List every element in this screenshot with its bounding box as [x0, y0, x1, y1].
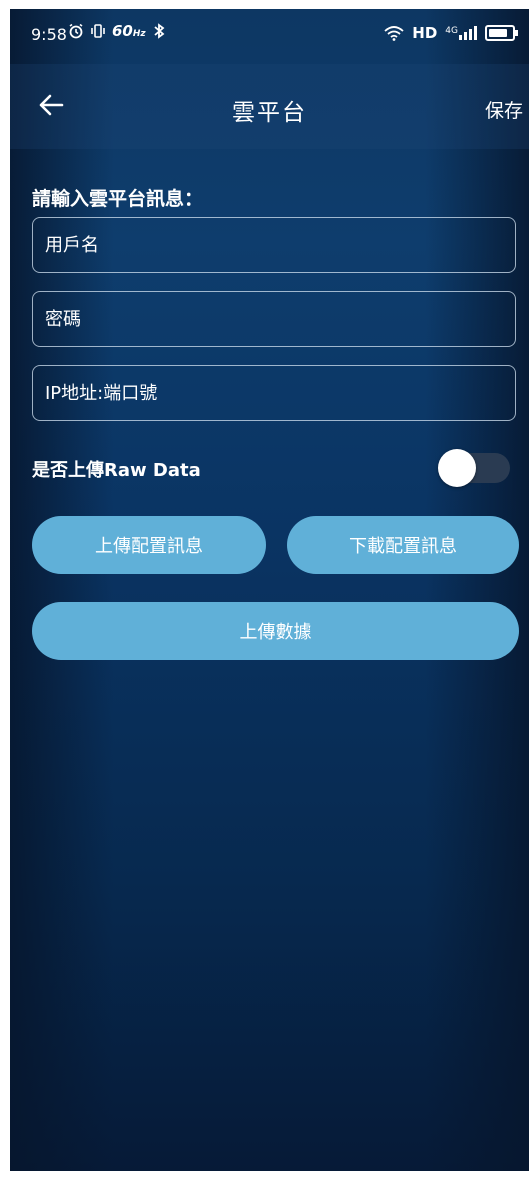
username-field[interactable]	[32, 217, 516, 273]
wifi-icon	[384, 26, 404, 41]
download-config-button[interactable]: 下載配置訊息	[287, 516, 519, 574]
signal-icon	[459, 26, 477, 40]
save-button[interactable]: 保存	[485, 96, 523, 123]
raw-data-label: 是否上傳Raw Data	[32, 460, 201, 481]
upload-data-button[interactable]: 上傳數據	[32, 602, 519, 660]
hd-label: HD	[412, 24, 438, 42]
upload-config-button[interactable]: 上傳配置訊息	[32, 516, 266, 574]
battery-icon	[485, 25, 518, 41]
screen: 9:58 60Hz HD 4G 雲平台 保存 請輸入雲平台訊息： 用戶名 IP地…	[10, 9, 529, 1171]
password-field[interactable]	[32, 291, 516, 347]
ip-port-field[interactable]	[32, 365, 516, 421]
alarm-icon	[69, 23, 83, 39]
toggle-knob	[438, 449, 476, 487]
vibrate-icon	[91, 24, 105, 38]
network-type: 4G	[445, 26, 458, 36]
refresh-rate: 60Hz	[112, 22, 146, 40]
status-left-icons: 60Hz	[68, 22, 166, 40]
raw-data-toggle[interactable]	[438, 449, 510, 487]
status-right-icons: HD 4G	[384, 24, 518, 42]
page-title: 雲平台	[232, 100, 307, 126]
signal-group: 4G	[445, 26, 477, 40]
section-label: 請輸入雲平台訊息：	[32, 188, 204, 210]
status-bar: 9:58 60Hz HD 4G	[10, 9, 529, 59]
bluetooth-icon	[154, 23, 165, 39]
status-time: 9:58	[31, 25, 67, 44]
title-bar: 雲平台 保存	[10, 64, 529, 149]
